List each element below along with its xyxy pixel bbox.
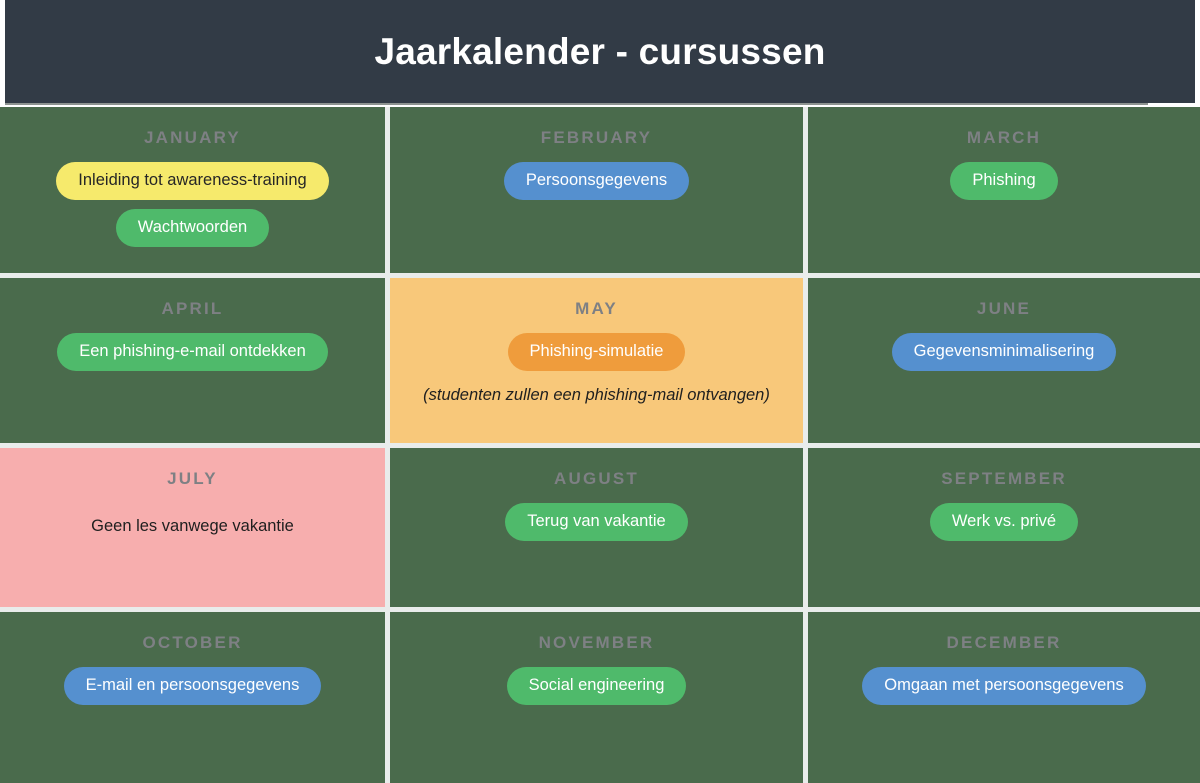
course-pill[interactable]: Terug van vakantie: [505, 503, 688, 542]
month-note: Geen les vanwege vakantie: [91, 517, 294, 535]
calendar-slide: Jaarkalender - cursussen JANUARY Inleidin…: [0, 0, 1200, 783]
month-label: MARCH: [966, 128, 1042, 147]
month-label: OCTOBER: [142, 633, 243, 652]
header-divider: [5, 103, 1148, 105]
course-pill[interactable]: Omgaan met persoonsgegevens: [862, 667, 1146, 706]
slide-header: Jaarkalender - cursussen: [5, 0, 1195, 103]
month-label: JULY: [167, 469, 218, 488]
course-pill[interactable]: Werk vs. privé: [929, 503, 1079, 542]
month-cell-may[interactable]: MAY Phishing-simulatie (studenten zullen e…: [390, 278, 808, 448]
course-pill[interactable]: Gegevensminimalisering: [891, 333, 1117, 372]
course-pill[interactable]: Phishing: [950, 162, 1058, 201]
course-pill[interactable]: Persoonsgegevens: [503, 162, 690, 201]
month-cell-july[interactable]: JULY Geen les vanwege vakantie: [0, 448, 390, 612]
month-label: AUGUST: [554, 469, 639, 488]
course-pill[interactable]: Een phishing-e-mail ontdekken: [57, 333, 328, 372]
calendar-grid: JANUARY Inleiding tot awareness-training W…: [0, 107, 1200, 783]
month-cell-november[interactable]: NOVEMBER Social engineering: [390, 612, 808, 783]
month-cell-february[interactable]: FEBRUARY Persoonsgegevens: [390, 107, 808, 278]
month-label: APRIL: [161, 299, 224, 318]
course-pill[interactable]: Social engineering: [506, 667, 687, 706]
course-pill[interactable]: Wachtwoorden: [115, 209, 270, 248]
month-label: JANUARY: [144, 128, 241, 147]
month-cell-september[interactable]: SEPTEMBER Werk vs. privé: [808, 448, 1200, 612]
month-label: DECEMBER: [946, 633, 1062, 652]
month-label: SEPTEMBER: [941, 469, 1067, 488]
course-pill[interactable]: Inleiding tot awareness-training: [56, 162, 329, 201]
month-cell-april[interactable]: APRIL Een phishing-e-mail ontdekken: [0, 278, 390, 448]
month-cell-october[interactable]: OCTOBER E-mail en persoonsgegevens: [0, 612, 390, 783]
month-label: MAY: [575, 299, 618, 318]
page-title: Jaarkalender - cursussen: [374, 30, 826, 72]
course-pill[interactable]: Phishing-simulatie: [507, 333, 686, 372]
month-label: NOVEMBER: [538, 633, 655, 652]
month-cell-june[interactable]: JUNE Gegevensminimalisering: [808, 278, 1200, 448]
month-label: JUNE: [976, 299, 1032, 318]
month-label: FEBRUARY: [540, 128, 653, 147]
month-cell-august[interactable]: AUGUST Terug van vakantie: [390, 448, 808, 612]
month-cell-january[interactable]: JANUARY Inleiding tot awareness-training W…: [0, 107, 390, 278]
month-cell-december[interactable]: DECEMBER Omgaan met persoonsgegevens: [808, 612, 1200, 783]
month-cell-march[interactable]: MARCH Phishing: [808, 107, 1200, 278]
month-note: (studenten zullen een phishing-mail ontv…: [423, 386, 770, 405]
course-pill[interactable]: E-mail en persoonsgegevens: [63, 667, 322, 706]
